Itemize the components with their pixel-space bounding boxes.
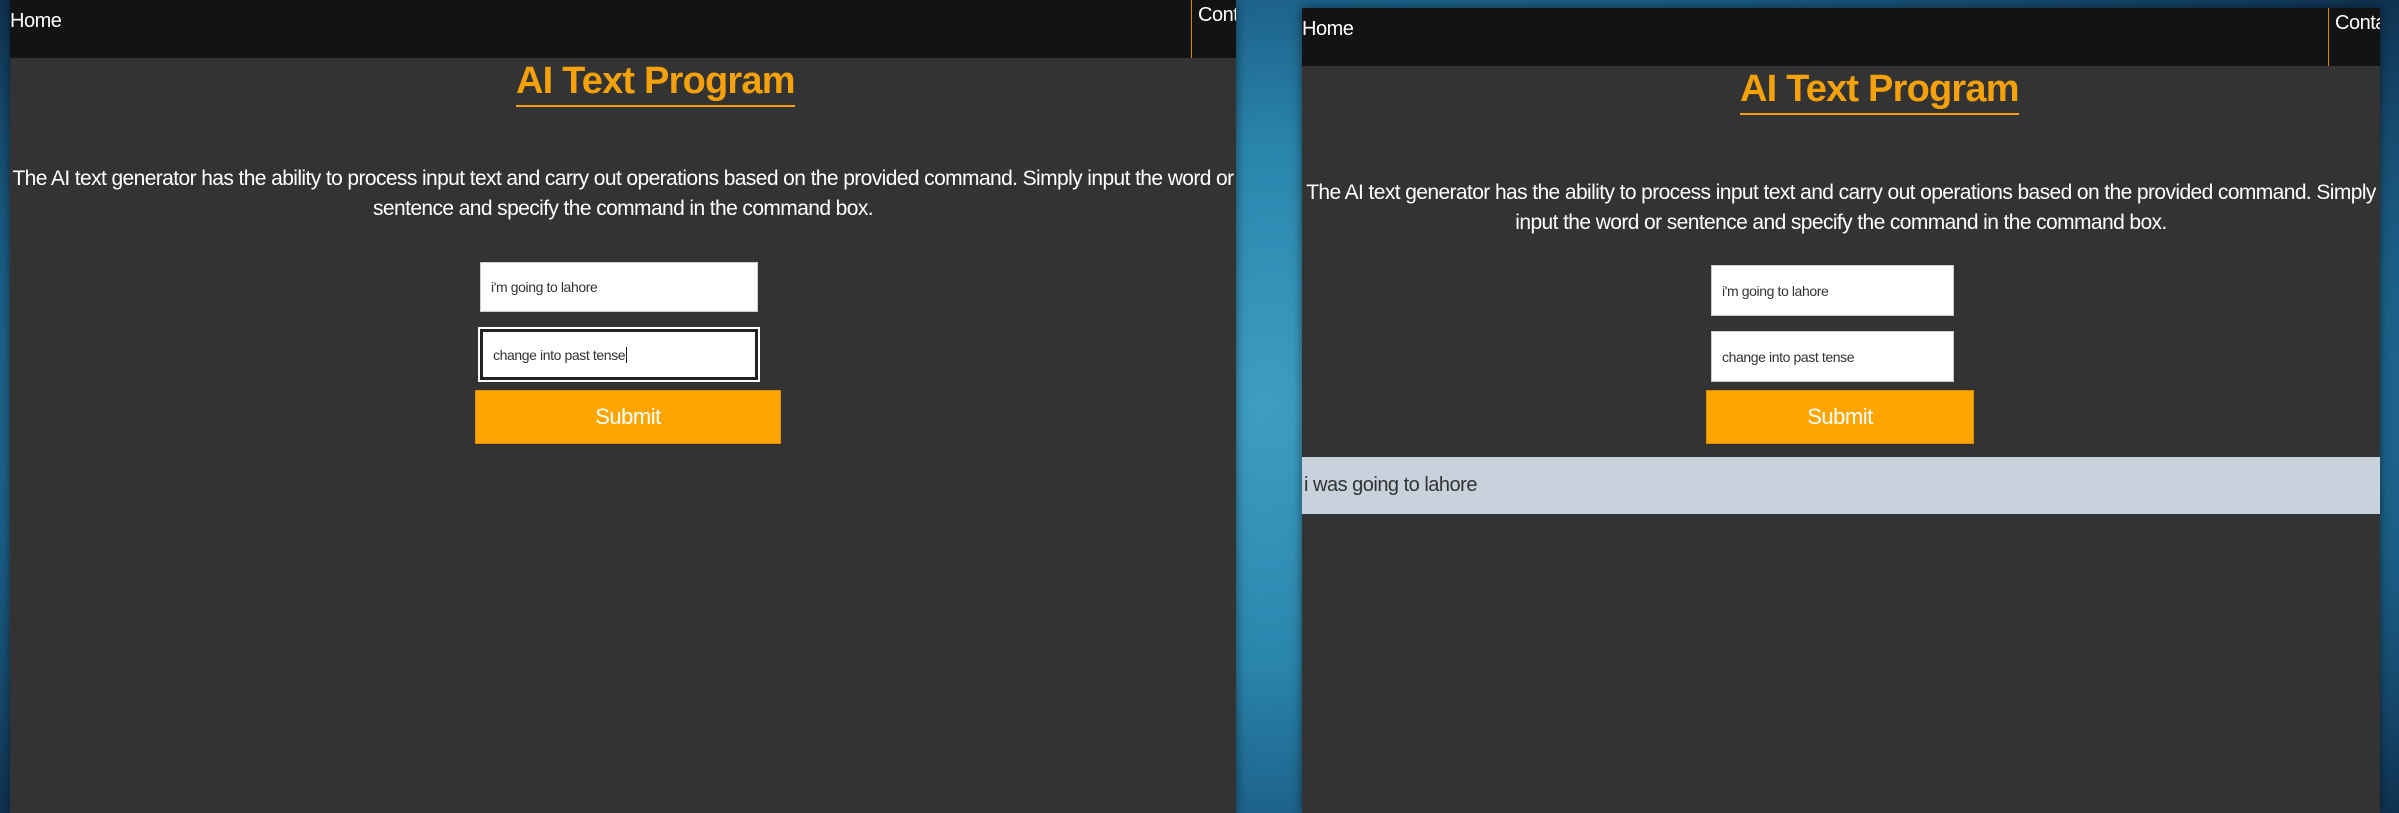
nav-contact-link[interactable]: Conta bbox=[1191, 0, 1236, 58]
page-title: AI Text Program bbox=[516, 60, 796, 107]
command-input-value: change into past tense bbox=[493, 346, 626, 363]
right-panel: Home Contac AI Text Program The AI text … bbox=[1302, 8, 2380, 813]
page-description: The AI text generator has the ability to… bbox=[12, 167, 1234, 220]
command-input[interactable]: change into past tense bbox=[480, 329, 758, 380]
result-output: i was going to lahore bbox=[1302, 457, 2380, 514]
text-input-value: i'm going to lahore bbox=[1722, 282, 1829, 299]
command-input[interactable]: change into past tense bbox=[1711, 331, 1954, 382]
navbar: Home Conta bbox=[10, 0, 1236, 58]
text-input[interactable]: i'm going to lahore bbox=[480, 262, 758, 312]
text-input[interactable]: i'm going to lahore bbox=[1711, 265, 1954, 316]
page-description: The AI text generator has the ability to… bbox=[1306, 181, 2376, 234]
left-panel: Home Conta AI Text Program The AI text g… bbox=[10, 0, 1236, 813]
nav-home-link[interactable]: Home bbox=[1302, 18, 1354, 41]
submit-button[interactable]: Submit bbox=[1706, 390, 1974, 444]
nav-home-link[interactable]: Home bbox=[10, 10, 62, 33]
text-cursor bbox=[626, 346, 628, 363]
submit-button[interactable]: Submit bbox=[475, 390, 781, 444]
nav-contact-link[interactable]: Contac bbox=[2328, 8, 2380, 66]
navbar: Home Contac bbox=[1302, 8, 2380, 66]
text-input-value: i'm going to lahore bbox=[491, 279, 598, 295]
command-input-value: change into past tense bbox=[1722, 348, 1855, 365]
page-title: AI Text Program bbox=[1740, 68, 2020, 115]
